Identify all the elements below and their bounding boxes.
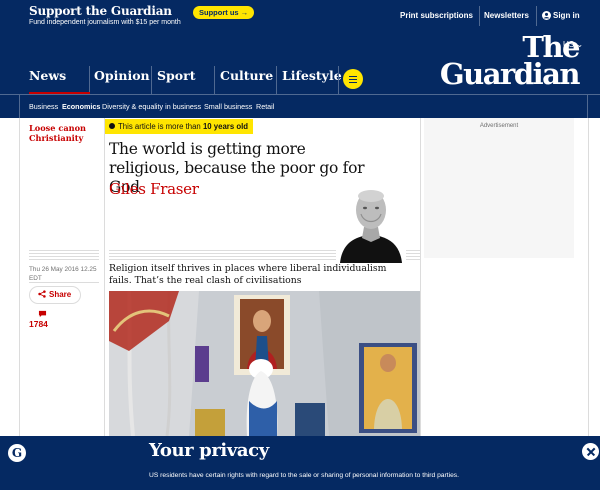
article-standfirst: Religion itself thrives in places where …: [109, 263, 387, 286]
meta-divider: [29, 282, 99, 283]
close-icon[interactable]: [582, 443, 599, 460]
subnav-retail[interactable]: Retail: [256, 102, 274, 111]
headline-divider: [109, 250, 336, 262]
divider: [89, 66, 90, 94]
advertisement-slot: Advertisement: [424, 118, 574, 258]
subnav-business[interactable]: Business: [29, 102, 58, 111]
share-label: Share: [49, 290, 72, 299]
share-button[interactable]: Share: [29, 286, 81, 304]
divider: [151, 66, 152, 94]
clock-icon: [109, 123, 115, 129]
privacy-banner: G Your privacy US residents have certain…: [0, 436, 600, 490]
nav-news[interactable]: News: [29, 68, 66, 83]
guardian-logo[interactable]: The Guardian: [439, 33, 581, 91]
age-warning-value: 10 years old: [202, 122, 249, 131]
divider: [214, 66, 215, 94]
article-age-warning: This article is more than 10 years old: [105, 119, 254, 134]
meta-divider: [29, 250, 99, 262]
comments-count[interactable]: 1784: [29, 310, 48, 329]
column-rule: [104, 118, 105, 436]
newsletters-link[interactable]: Newsletters: [484, 11, 529, 20]
logo-line-2: Guardian: [439, 57, 581, 91]
column-rule: [19, 118, 20, 436]
nav-culture[interactable]: Culture: [220, 68, 273, 83]
age-warning-prefix: This article is more than: [118, 122, 203, 131]
publish-date-text: Thu 26 May 2016 12.25: [29, 266, 97, 273]
article-main-image: [109, 291, 420, 436]
sign-in-link[interactable]: Sign in: [553, 11, 580, 20]
comment-icon: [38, 310, 47, 318]
column-rule: [588, 118, 589, 436]
advertisement-label: Advertisement: [479, 123, 519, 129]
subnav-diversity[interactable]: Diversity & equality in business: [102, 102, 201, 111]
subnav-small-business[interactable]: Small business: [204, 102, 252, 111]
series-topic[interactable]: Christianity: [29, 133, 86, 143]
support-us-button[interactable]: Support us →: [193, 6, 255, 19]
series-label[interactable]: Loose canon Christianity: [29, 123, 86, 143]
headline-divider: [406, 250, 420, 262]
masthead: US ⌄ The Guardian News Opinion Sport Cul…: [0, 32, 600, 118]
menu-button[interactable]: [343, 69, 363, 89]
privacy-text: US residents have certain rights with re…: [149, 472, 460, 479]
publish-date: Thu 26 May 2016 12.25 EDT: [29, 265, 97, 283]
nav-sport[interactable]: Sport: [157, 68, 195, 83]
share-icon: [38, 290, 46, 298]
divider: [536, 6, 537, 26]
divider: [338, 66, 339, 94]
subnav-economics[interactable]: Economics: [62, 102, 100, 111]
author-portrait: [340, 190, 402, 263]
nav-opinion[interactable]: Opinion: [94, 68, 150, 83]
print-subscriptions-link[interactable]: Print subscriptions: [400, 11, 473, 20]
guardian-roundel-logo: G: [8, 444, 26, 462]
divider: [276, 66, 277, 94]
column-rule: [420, 118, 421, 436]
support-strip: Support the Guardian Fund independent jo…: [0, 0, 600, 32]
support-title: Support the Guardian: [29, 4, 172, 18]
privacy-title: Your privacy: [149, 440, 269, 461]
comments-number: 1784: [29, 319, 48, 329]
support-subtitle: Fund independent journalism with $15 per…: [29, 19, 181, 26]
series-name[interactable]: Loose canon: [29, 123, 86, 133]
profile-icon[interactable]: [542, 11, 551, 20]
divider: [479, 6, 480, 26]
nav-lifestyle[interactable]: Lifestyle: [282, 68, 342, 83]
author-byline[interactable]: Giles Fraser: [109, 180, 199, 198]
